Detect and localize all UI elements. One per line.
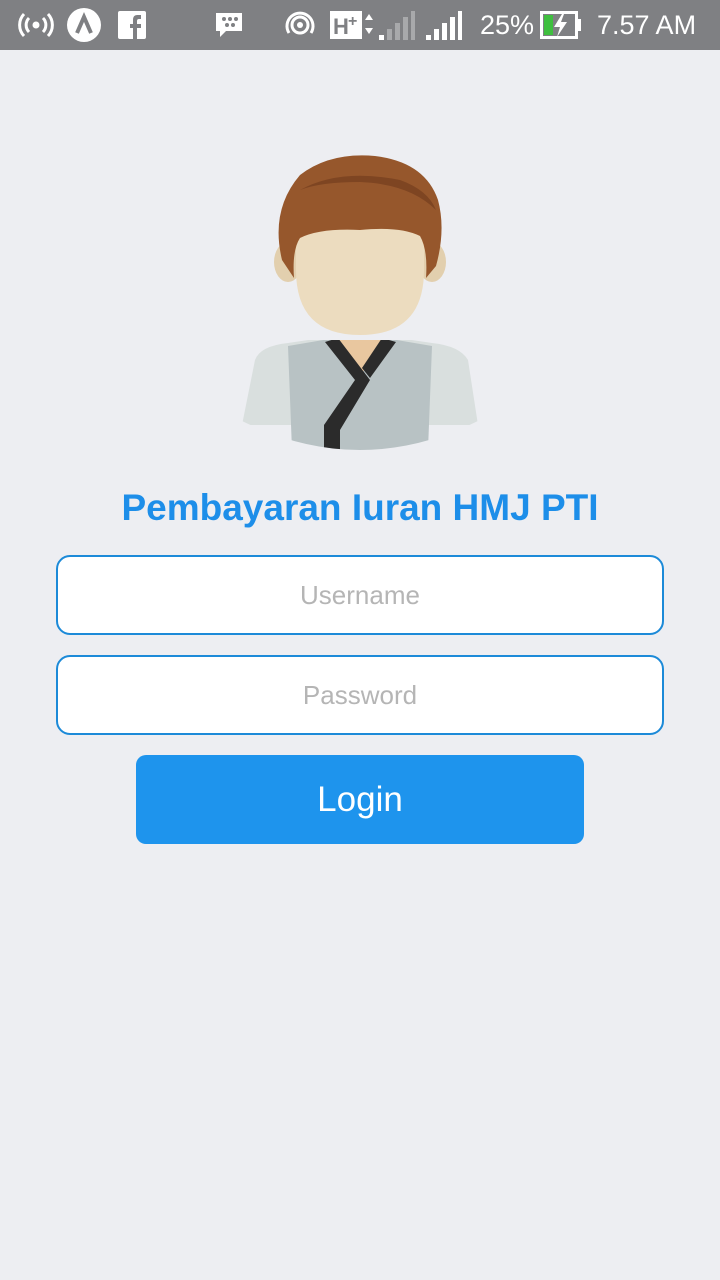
password-field[interactable] xyxy=(56,655,664,735)
status-bar: H + 25% 7.57 AM xyxy=(0,0,720,50)
app-a-icon xyxy=(66,8,102,42)
wifi-hotspot-icon xyxy=(284,8,316,42)
login-button[interactable]: Login xyxy=(136,755,584,844)
svg-text:+: + xyxy=(348,13,357,30)
signal-icon-2 xyxy=(425,8,463,42)
signal-icon-1 xyxy=(378,8,416,42)
battery-percent: 25% xyxy=(480,10,535,40)
battery-charging-icon xyxy=(540,8,582,42)
bbm-icon xyxy=(214,8,244,42)
app-title: Pembayaran Iuran HMJ PTI xyxy=(121,487,599,528)
facebook-icon xyxy=(118,8,146,42)
hotspot-icon xyxy=(18,8,54,42)
username-field[interactable] xyxy=(56,555,664,635)
network-type-icon: H + xyxy=(329,8,375,42)
network-type-text: H xyxy=(333,14,349,39)
avatar xyxy=(240,150,480,460)
clock: 7.57 AM xyxy=(597,10,697,40)
avatar-image xyxy=(242,155,478,450)
